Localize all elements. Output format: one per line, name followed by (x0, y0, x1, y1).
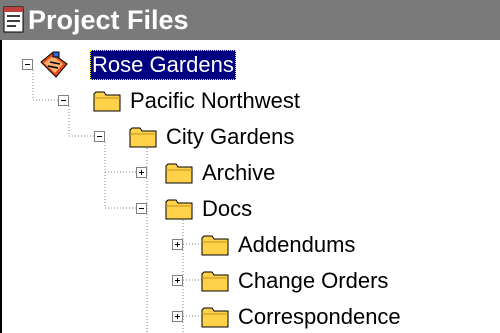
window-title: Project Files (28, 5, 189, 35)
tree-item-city-gardens[interactable]: City Gardens (2, 119, 500, 155)
folder-icon (93, 91, 121, 112)
rose-gardens-icon (40, 51, 68, 78)
tree-item-label[interactable]: Change Orders (238, 263, 388, 299)
tree-item-archive[interactable]: Archive (2, 155, 500, 191)
expand-toggle-icon[interactable] (172, 239, 183, 250)
tree-item-addendums[interactable]: Addendums (2, 227, 500, 263)
folder-icon (201, 235, 229, 256)
expand-toggle-icon[interactable] (172, 311, 183, 322)
collapse-toggle-icon[interactable] (94, 131, 105, 142)
project-tree[interactable]: Rose Gardens Pacific Northwest City Gard… (0, 40, 500, 333)
project-files-icon (3, 6, 24, 33)
collapse-toggle-icon[interactable] (22, 59, 33, 70)
tree-item-label[interactable]: Docs (202, 191, 252, 227)
folder-icon (165, 199, 193, 220)
expand-toggle-icon[interactable] (136, 167, 147, 178)
tree-item-label[interactable]: Archive (202, 155, 275, 191)
folder-icon (201, 307, 229, 328)
expand-toggle-icon[interactable] (172, 275, 183, 286)
collapse-toggle-icon[interactable] (58, 95, 69, 106)
tree-item-change-orders[interactable]: Change Orders (2, 263, 500, 299)
title-bar: Project Files (0, 0, 500, 40)
tree-item-correspondence[interactable]: Correspondence (2, 299, 500, 333)
collapse-toggle-icon[interactable] (136, 203, 147, 214)
tree-item-label[interactable]: Pacific Northwest (130, 83, 300, 119)
tree-item-label[interactable]: Correspondence (238, 299, 401, 333)
folder-icon (201, 271, 229, 292)
tree-item-label[interactable]: Rose Gardens (90, 50, 236, 80)
tree-item-docs[interactable]: Docs (2, 191, 500, 227)
tree-item-label[interactable]: City Gardens (166, 119, 294, 155)
folder-icon (129, 127, 157, 148)
folder-icon (165, 163, 193, 184)
tree-item-rose-gardens[interactable]: Rose Gardens (2, 47, 500, 83)
tree-item-pacific-northwest[interactable]: Pacific Northwest (2, 83, 500, 119)
tree-item-label[interactable]: Addendums (238, 227, 355, 263)
